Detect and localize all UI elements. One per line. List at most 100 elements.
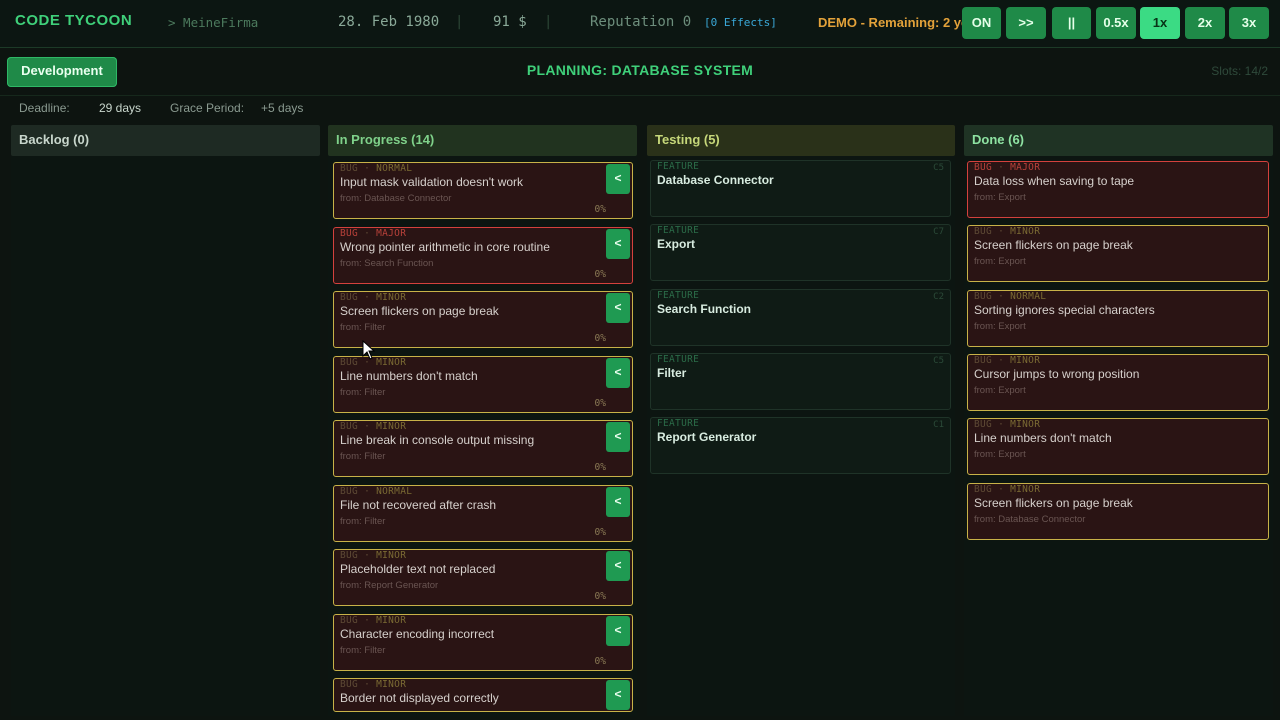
bug-card[interactable]: BUG · MINOR Placeholder text not replaced… — [333, 549, 633, 606]
move-back-button[interactable]: < — [606, 422, 630, 452]
bug-card[interactable]: BUG · MINOR Screen flickers on page break… — [967, 482, 1269, 540]
tag-separator: · — [358, 163, 377, 174]
card-code: C5 — [933, 355, 944, 366]
column-done: BUG · MAJOR Data loss when saving to tape… — [964, 156, 1273, 716]
card-type: BUG — [974, 290, 993, 302]
column-in-progress: BUG · NORMAL Input mask validation doesn'… — [328, 156, 637, 716]
card-tag: FEATURE — [657, 161, 699, 172]
card-severity: MINOR — [376, 292, 407, 303]
column-header-backlog: Backlog (0) — [11, 125, 320, 156]
speed-3x-button[interactable]: 3x — [1229, 7, 1269, 39]
feature-card[interactable]: FEATURE C2 Search Function — [650, 288, 951, 346]
speed-1x-button[interactable]: 1x — [1140, 7, 1180, 39]
bug-card[interactable]: BUG · MINOR Screen flickers on page break… — [333, 291, 633, 348]
deadline-label: Deadline: — [19, 101, 70, 115]
deadline-value: 29 days — [99, 101, 142, 115]
card-severity: MINOR — [1010, 483, 1041, 495]
card-progress: 0% — [594, 268, 606, 280]
card-severity: NORMAL — [376, 485, 413, 497]
pause-button[interactable]: || — [1052, 7, 1091, 39]
company-name: > MeineFirma — [168, 15, 259, 30]
bug-card[interactable]: BUG · MAJOR Wrong pointer arithmetic in c… — [333, 226, 633, 284]
feature-card[interactable]: FEATURE C5 Filter — [650, 352, 951, 410]
tag-separator: · — [992, 226, 1011, 238]
card-type: BUG — [974, 419, 993, 431]
card-type: BUG — [974, 162, 993, 173]
game-date: 28. Feb 1980 — [338, 14, 440, 30]
card-tag: FEATURE — [657, 418, 699, 429]
tag-separator: · — [992, 354, 1011, 366]
development-button[interactable]: Development — [7, 57, 117, 87]
move-back-button[interactable]: < — [606, 615, 630, 646]
card-severity: MAJOR — [376, 227, 407, 239]
card-title: Report Generator — [657, 430, 757, 445]
feature-card[interactable]: FEATURE C7 Export — [650, 224, 951, 282]
move-back-button[interactable]: < — [606, 228, 630, 259]
card-source: from: Filter — [340, 322, 386, 333]
card-code: C2 — [933, 291, 944, 302]
fast-forward-button[interactable]: >> — [1006, 7, 1046, 39]
card-title: Wrong pointer arithmetic in core routine — [340, 239, 550, 254]
bug-card[interactable]: BUG · MINOR Line numbers don't match from:… — [967, 418, 1269, 476]
effects-link[interactable]: [0 Effects] — [704, 16, 777, 29]
bug-card[interactable]: BUG · MINOR Screen flickers on page break… — [967, 225, 1269, 283]
card-tag: BUG · MINOR — [974, 355, 1040, 366]
grace-period-value: +5 days — [261, 101, 304, 115]
card-source: from: Search Function — [340, 257, 434, 269]
divider: | — [544, 14, 553, 30]
card-source: from: Export — [974, 256, 1026, 268]
column-header-testing: Testing (5) — [647, 125, 955, 156]
card-type: FEATURE — [657, 418, 700, 430]
move-back-button[interactable]: < — [606, 486, 630, 517]
card-type: FEATURE — [657, 353, 700, 365]
card-title: Sorting ignores special characters — [974, 302, 1155, 317]
card-tag: BUG · MINOR — [340, 292, 406, 303]
move-back-button[interactable]: < — [606, 357, 630, 388]
feature-card[interactable]: FEATURE C5 Database Connector — [650, 160, 951, 217]
card-source: from: Filter — [340, 515, 386, 527]
card-type: BUG — [340, 356, 359, 368]
toggle-on-button[interactable]: ON — [962, 7, 1001, 39]
card-title: Screen flickers on page break — [340, 304, 499, 318]
card-source: from: Export — [974, 384, 1026, 396]
bug-card[interactable]: BUG · NORMAL Input mask validation doesn'… — [333, 162, 633, 219]
feature-card[interactable]: FEATURE C1 Report Generator — [650, 417, 951, 475]
demo-remaining: DEMO - Remaining: 2 ye — [818, 15, 966, 30]
speed-0.5x-button[interactable]: 0.5x — [1096, 7, 1136, 39]
card-type: BUG — [340, 163, 359, 174]
bug-card[interactable]: BUG · NORMAL Sorting ignores special char… — [967, 289, 1269, 347]
tag-separator: · — [992, 290, 1011, 302]
card-severity: NORMAL — [1010, 290, 1047, 302]
bug-card[interactable]: BUG · MINOR Line numbers don't match from:… — [333, 355, 633, 413]
divider: | — [455, 14, 464, 30]
bug-card[interactable]: BUG · NORMAL File not recovered after cra… — [333, 484, 633, 542]
card-tag: BUG · NORMAL — [340, 486, 412, 497]
bug-card[interactable]: BUG · MINOR Cursor jumps to wrong positio… — [967, 353, 1269, 411]
bug-card[interactable]: BUG · MINOR Character encoding incorrect f… — [333, 613, 633, 671]
card-type: BUG — [340, 679, 359, 690]
card-title: Character encoding incorrect — [340, 626, 495, 641]
card-tag: BUG · MINOR — [340, 615, 406, 626]
bug-card[interactable]: BUG · MAJOR Data loss when saving to tape… — [967, 161, 1269, 218]
card-type: BUG — [340, 421, 359, 432]
card-title: Search Function — [657, 301, 752, 316]
card-tag: BUG · MINOR — [974, 484, 1040, 495]
card-tag: BUG · MINOR — [340, 421, 406, 432]
card-tag: BUG · MAJOR — [340, 228, 406, 239]
speed-2x-button[interactable]: 2x — [1185, 7, 1225, 39]
card-code: C7 — [933, 227, 944, 238]
card-severity: MINOR — [1010, 354, 1041, 366]
bug-card[interactable]: BUG · MINOR Line break in console output … — [333, 420, 633, 477]
card-progress: 0% — [594, 526, 606, 538]
card-tag: FEATURE — [657, 354, 699, 365]
card-severity: MAJOR — [1010, 162, 1041, 173]
move-back-button[interactable]: < — [606, 551, 630, 581]
move-back-button[interactable]: < — [606, 680, 630, 710]
card-title: Screen flickers on page break — [974, 238, 1133, 253]
move-back-button[interactable]: < — [606, 293, 630, 323]
card-tag: FEATURE — [657, 225, 699, 236]
move-back-button[interactable]: < — [606, 164, 630, 194]
card-severity: MINOR — [1010, 419, 1041, 431]
bug-card[interactable]: BUG · MINOR Border not displayed correctl… — [333, 678, 633, 712]
tag-separator: · — [358, 550, 377, 561]
